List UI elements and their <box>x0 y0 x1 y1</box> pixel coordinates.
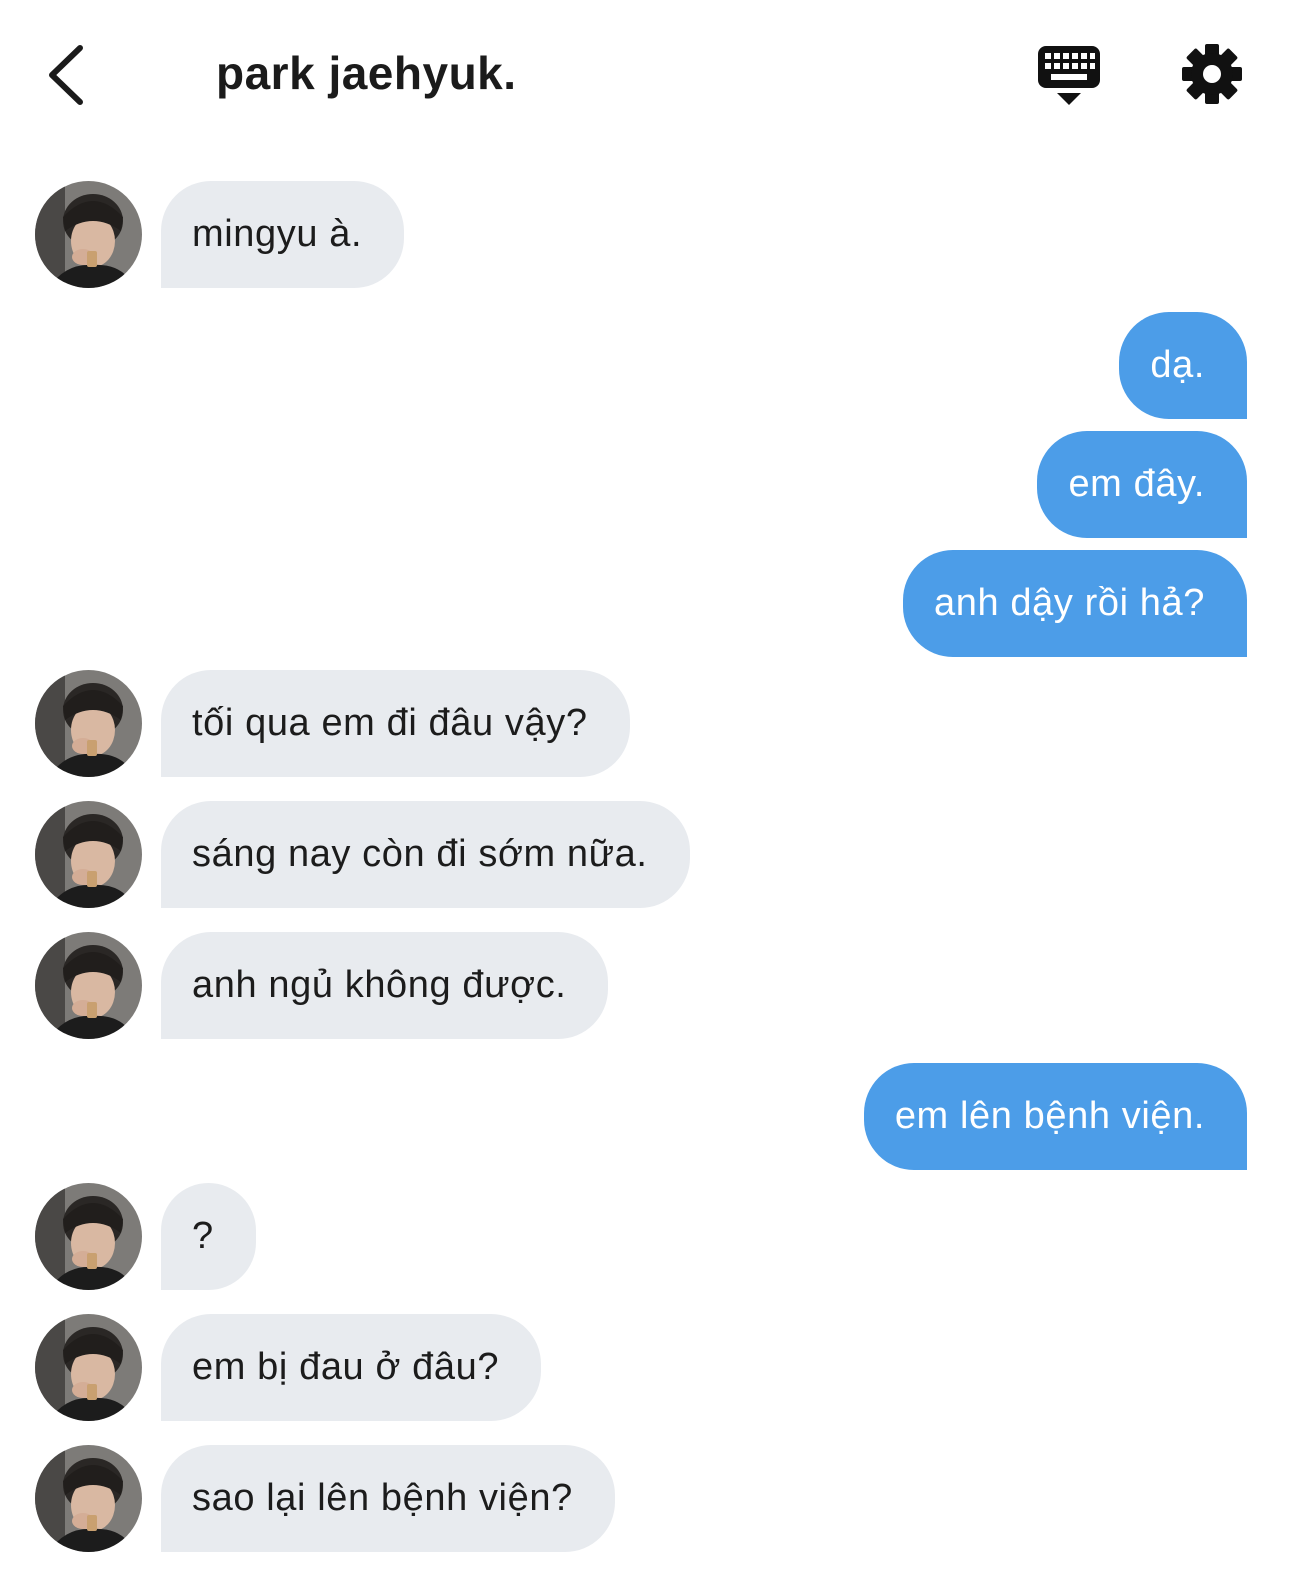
message-bubble-outgoing[interactable]: anh dậy rồi hả? <box>903 550 1247 657</box>
chevron-left-icon <box>49 45 83 105</box>
message-row-incoming: mingyu à. <box>0 181 1290 288</box>
message-bubble-incoming[interactable]: sao lại lên bệnh viện? <box>161 1445 615 1552</box>
message-bubble-outgoing[interactable]: dạ. <box>1119 312 1247 419</box>
message-row-incoming: sao lại lên bệnh viện? <box>0 1445 1290 1552</box>
message-bubble-incoming[interactable]: ? <box>161 1183 256 1290</box>
avatar[interactable] <box>35 670 142 777</box>
message-bubble-incoming[interactable]: tối qua em đi đâu vậy? <box>161 670 630 777</box>
avatar-photo <box>35 1314 142 1421</box>
message-bubble-incoming[interactable]: mingyu à. <box>161 181 405 288</box>
keyboard-hide-icon <box>1038 46 1100 105</box>
message-row-incoming: em bị đau ở đâu? <box>0 1314 1290 1421</box>
message-row-outgoing: anh dậy rồi hả? <box>0 550 1290 657</box>
chat-title: park jaehyuk. <box>216 47 517 99</box>
message-row-outgoing: dạ. <box>0 312 1290 419</box>
message-bubble-outgoing[interactable]: em lên bệnh viện. <box>863 1063 1247 1170</box>
keyboard-toggle-button[interactable] <box>1036 44 1102 108</box>
avatar-photo <box>35 801 142 908</box>
avatar-photo <box>35 932 142 1039</box>
avatar[interactable] <box>35 1445 142 1552</box>
avatar[interactable] <box>35 932 142 1039</box>
gear-icon <box>1182 44 1242 104</box>
avatar[interactable] <box>35 801 142 908</box>
message-bubble-incoming[interactable]: sáng nay còn đi sớm nữa. <box>161 801 690 908</box>
avatar-photo <box>35 181 142 288</box>
message-row-outgoing: em lên bệnh viện. <box>0 1063 1290 1170</box>
message-row-outgoing: em đây. <box>0 431 1290 538</box>
settings-button[interactable] <box>1180 42 1244 106</box>
message-bubble-incoming[interactable]: anh ngủ không được. <box>161 932 609 1039</box>
avatar[interactable] <box>35 1183 142 1290</box>
message-row-incoming: ? <box>0 1183 1290 1290</box>
message-row-incoming: tối qua em đi đâu vậy? <box>0 670 1290 777</box>
avatar-photo <box>35 1445 142 1552</box>
avatar-photo <box>35 1183 142 1290</box>
message-bubble-incoming[interactable]: em bị đau ở đâu? <box>161 1314 542 1421</box>
message-bubble-outgoing[interactable]: em đây. <box>1037 431 1247 538</box>
message-row-incoming: sáng nay còn đi sớm nữa. <box>0 801 1290 908</box>
avatar[interactable] <box>35 181 142 288</box>
chat-header: park jaehyuk. <box>0 0 1290 150</box>
avatar[interactable] <box>35 1314 142 1421</box>
avatar-photo <box>35 670 142 777</box>
message-row-incoming: anh ngủ không được. <box>0 932 1290 1039</box>
back-button[interactable] <box>38 40 98 110</box>
